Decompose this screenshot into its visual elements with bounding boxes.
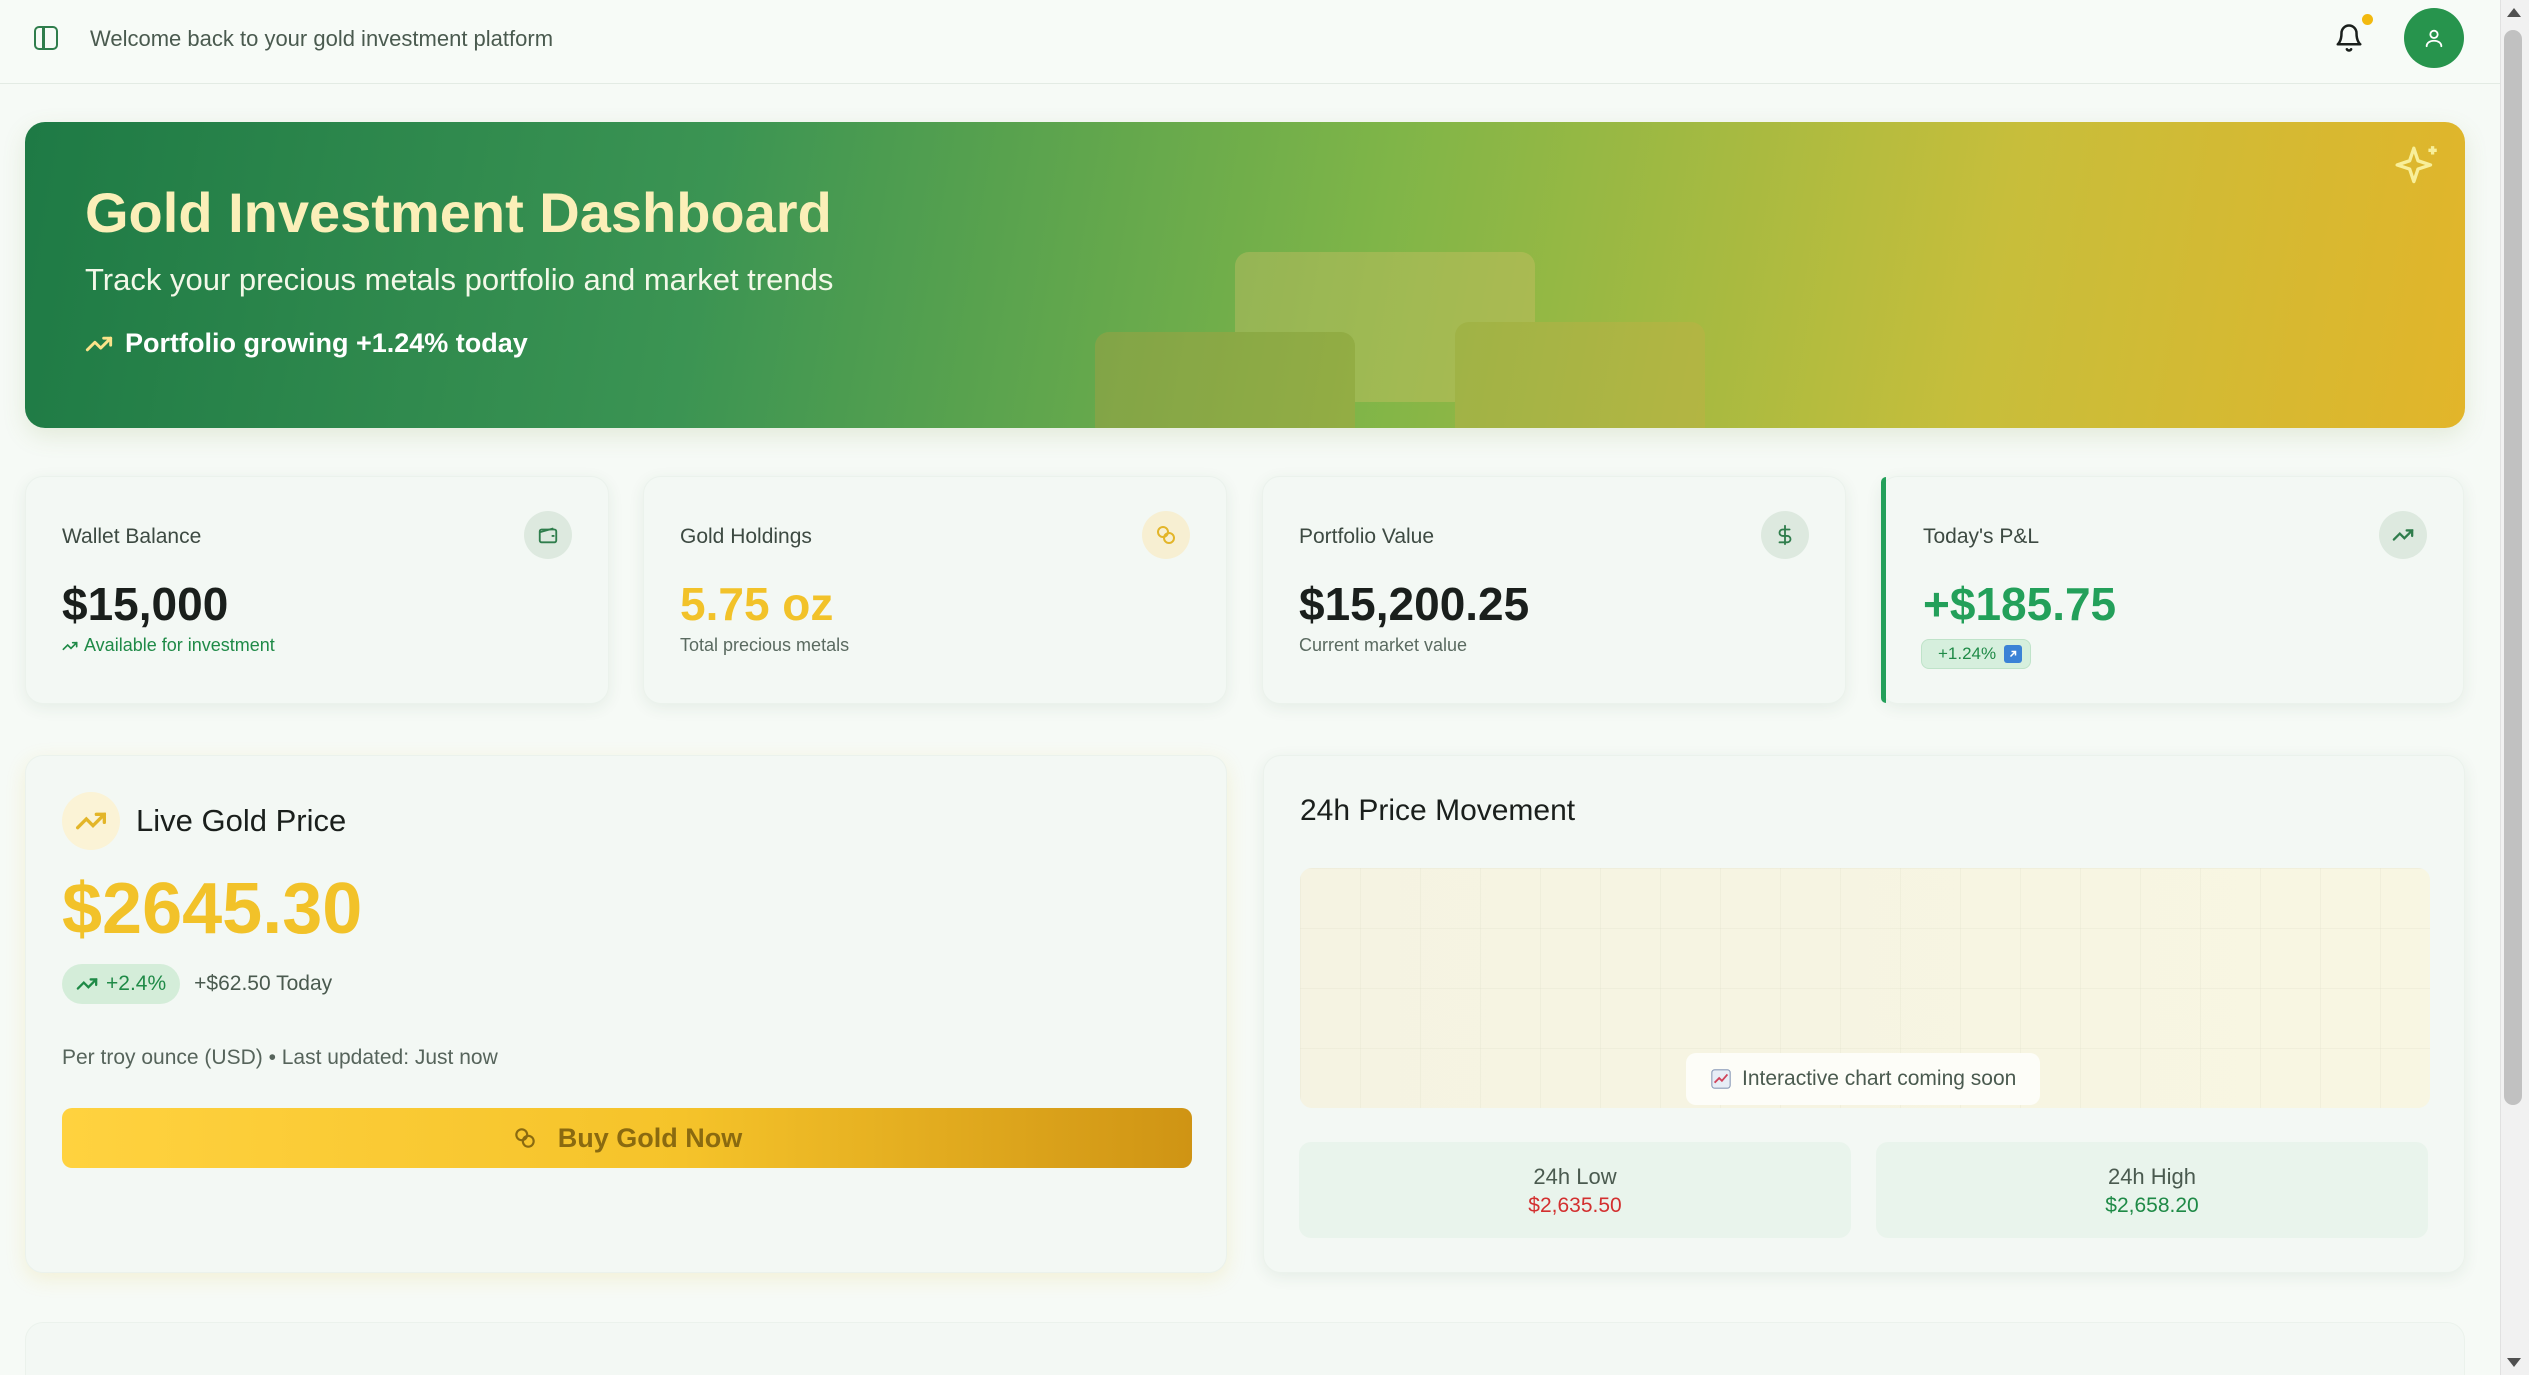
sparkle-icon (2395, 146, 2437, 184)
coins-icon (1142, 511, 1190, 559)
scrollbar-thumb[interactable] (2504, 30, 2522, 1105)
user-icon (2425, 29, 2443, 48)
stat-label: Gold Holdings (680, 525, 812, 548)
live-change-row: +2.4% +$62.50 Today (62, 964, 332, 1004)
hero-title: Gold Investment Dashboard (85, 181, 832, 244)
stat-card-pnl: Today's P&L +$185.75 +1.24% (1880, 476, 2464, 704)
trending-up-icon (62, 641, 78, 650)
notification-dot (2362, 14, 2373, 25)
low-24h-label: 24h Low (1533, 1164, 1617, 1189)
high-24h-box: 24h High $2,658.20 (1876, 1142, 2428, 1238)
hero-banner: Gold Investment Dashboard Track your pre… (25, 122, 2465, 428)
gold-bars-image (1095, 252, 1705, 428)
dollar-icon (1761, 511, 1809, 559)
trending-up-icon (2379, 511, 2427, 559)
stat-sub: Current market value (1299, 635, 1468, 655)
price-note: Per troy ounce (USD) • Last updated: Jus… (62, 1046, 498, 1069)
scroll-up-arrow-icon[interactable] (2507, 8, 2521, 17)
wallet-icon (524, 511, 572, 559)
stat-sub-text: Available for investment (84, 635, 275, 655)
stat-sub: Total precious metals (680, 635, 850, 655)
pnl-percent-text: +1.24% (1938, 644, 1997, 663)
arrow-up-right-icon (2004, 645, 2023, 663)
stat-value: $15,200.25 (1299, 578, 1530, 630)
coins-icon (515, 1128, 535, 1148)
buy-gold-button[interactable]: Buy Gold Now (62, 1108, 1192, 1168)
pnl-accent-bar (1881, 477, 1886, 703)
welcome-text: Welcome back to your gold investment pla… (90, 26, 554, 51)
live-price-header: Live Gold Price (62, 792, 346, 850)
top-bar: Welcome back to your gold investment pla… (0, 0, 2500, 84)
trending-up-icon (76, 978, 98, 990)
high-24h-label: 24h High (2107, 1164, 2197, 1189)
stat-value: 5.75 oz (680, 578, 834, 630)
stat-label: Portfolio Value (1299, 525, 1435, 548)
pnl-percent-badge: +1.24% (1921, 639, 2032, 669)
stat-value: $15,000 (62, 578, 229, 630)
low-24h-value: $2,635.50 (1528, 1194, 1622, 1217)
quick-actions-card (25, 1322, 2465, 1375)
stat-label: Wallet Balance (62, 525, 202, 548)
live-price-title: Live Gold Price (136, 803, 347, 838)
bell-icon[interactable] (2334, 22, 2364, 54)
low-24h-box: 24h Low $2,635.50 (1299, 1142, 1851, 1238)
live-gold-price-card: Live Gold Price $2645.30 +2.4% +$62.50 T… (25, 755, 1227, 1273)
trending-up-icon (62, 792, 120, 850)
change-percent-text: +2.4% (106, 972, 167, 995)
hero-growth: Portfolio growing +1.24% today (85, 328, 528, 359)
stat-sub: Available for investment (62, 635, 275, 656)
live-price-value: $2645.30 (62, 869, 363, 949)
chart-coming-soon-badge: Interactive chart coming soon (1686, 1053, 2041, 1105)
stat-value: +$185.75 (1923, 578, 2117, 630)
stat-card-holdings: Gold Holdings 5.75 oz Total precious met… (643, 476, 1227, 704)
change-today-text: +$62.50 Today (194, 972, 333, 995)
stat-card-portfolio: Portfolio Value $15,200.25 Current marke… (1262, 476, 1846, 704)
stat-label: Today's P&L (1923, 525, 2040, 548)
hero-growth-text: Portfolio growing +1.24% today (125, 328, 528, 358)
scroll-down-arrow-icon[interactable] (2507, 1358, 2521, 1367)
buy-gold-label: Buy Gold Now (557, 1122, 743, 1153)
trending-up-icon (85, 336, 113, 351)
chart-icon (1711, 1069, 1731, 1089)
change-percent-badge: +2.4% (62, 964, 181, 1004)
chart-coming-soon-text: Interactive chart coming soon (1742, 1067, 2017, 1090)
sidebar-toggle-icon[interactable] (34, 26, 58, 50)
high-24h-value: $2,658.20 (2105, 1194, 2199, 1217)
avatar[interactable] (2404, 8, 2464, 68)
price-movement-title: 24h Price Movement (1300, 794, 1576, 827)
stat-card-wallet: Wallet Balance $15,000 Available for inv… (25, 476, 609, 704)
hero-subtitle: Track your precious metals portfolio and… (85, 262, 834, 297)
